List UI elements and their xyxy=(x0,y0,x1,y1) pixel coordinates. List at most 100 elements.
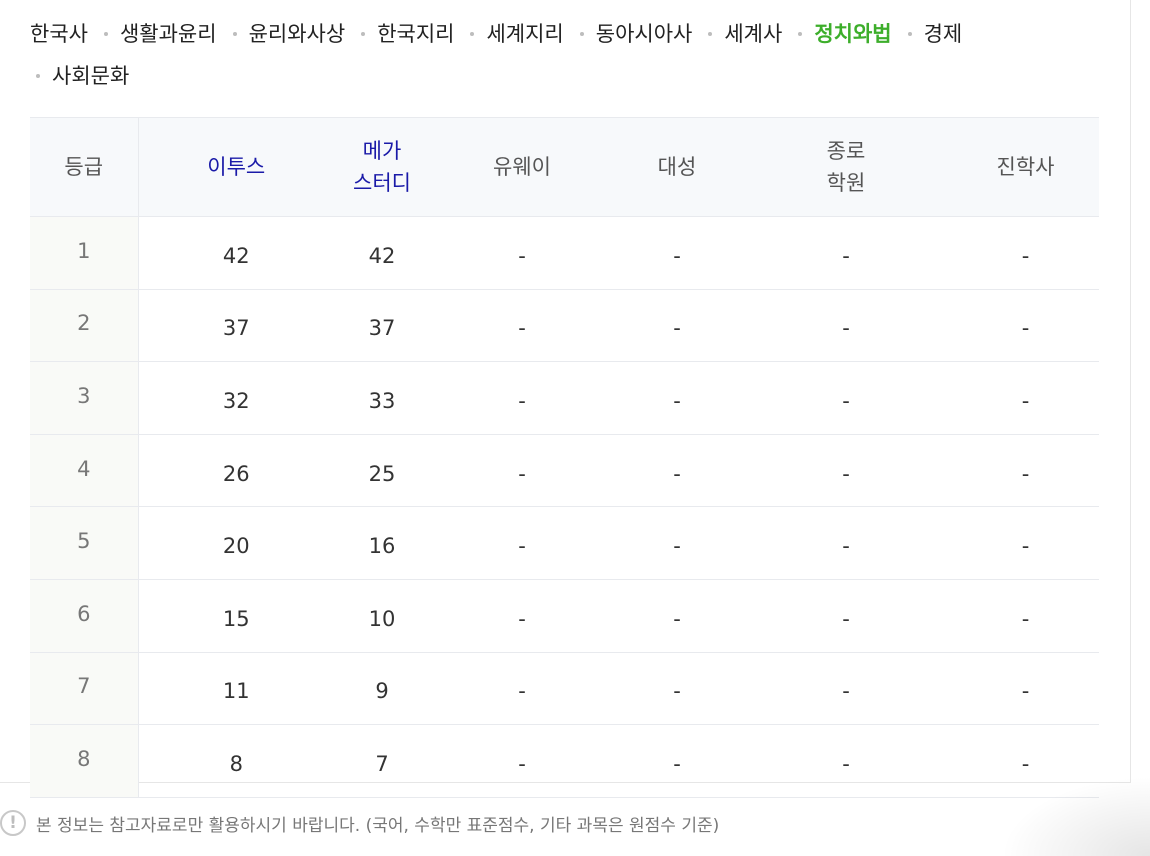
table-row: 7 11 9 - - - - xyxy=(30,652,1099,726)
header-grade: 등급 xyxy=(30,117,139,217)
etoos-cell: 11 xyxy=(138,652,334,726)
jongro-cell: - xyxy=(740,361,952,435)
header-megastudy-line1: 메가 xyxy=(362,139,402,163)
uway-cell: - xyxy=(430,361,614,435)
tab-ethics-thought[interactable]: 윤리와사상 xyxy=(217,20,346,48)
header-megastudy-line2: 스터디 xyxy=(353,171,411,195)
grade-cell: 6 xyxy=(30,579,139,653)
tab-economics[interactable]: 경제 xyxy=(892,20,963,48)
jinhak-cell: - xyxy=(952,434,1099,508)
table-row: 1 42 42 - - - - xyxy=(30,216,1099,290)
exclamation-icon: ! xyxy=(0,810,26,836)
table-row: 4 26 25 - - - - xyxy=(30,434,1099,508)
tab-world-history[interactable]: 세계사 xyxy=(692,20,782,48)
tab-politics-law[interactable]: 정치와법 xyxy=(782,20,892,48)
jongro-cell: - xyxy=(740,434,952,508)
tab-label: 한국사 xyxy=(30,22,88,46)
separator-dot xyxy=(798,32,803,36)
jongro-cell: - xyxy=(740,506,952,580)
grade-cell: 2 xyxy=(30,289,139,363)
megastudy-cell: 10 xyxy=(334,579,430,653)
tab-label: 경제 xyxy=(923,22,963,46)
notice-text: 본 정보는 참고자료로만 활용하시기 바랍니다. (국어, 수학만 표준점수, … xyxy=(36,815,720,836)
grade-cut-card: 한국사 생활과윤리 윤리와사상 한국지리 세계지리 동아시아사 세계사 정치와법… xyxy=(0,0,1131,798)
megastudy-cell: 42 xyxy=(334,216,430,290)
header-uway: 유웨이 xyxy=(430,117,614,217)
jongro-cell: - xyxy=(740,652,952,726)
header-jinhak: 진학사 xyxy=(952,117,1099,217)
uway-cell: - xyxy=(430,506,614,580)
jinhak-cell: - xyxy=(952,289,1099,363)
etoos-cell: 26 xyxy=(138,434,334,508)
jinhak-cell: - xyxy=(952,652,1099,726)
separator-dot xyxy=(232,32,237,36)
separator-dot xyxy=(36,74,40,78)
etoos-cell: 15 xyxy=(138,579,334,653)
tab-label: 세계사 xyxy=(724,22,783,46)
grade-cell: 1 xyxy=(30,216,139,290)
daesung-cell: - xyxy=(614,724,740,798)
jinhak-cell: - xyxy=(952,361,1099,435)
table-row: 5 20 16 - - - - xyxy=(30,506,1099,580)
table-header-row: 등급 이투스 메가스터디 유웨이 대성 종로학원 진학사 xyxy=(30,117,1099,217)
reference-notice: ! 본 정보는 참고자료로만 활용하시기 바랍니다. (국어, 수학만 표준점수… xyxy=(0,810,719,836)
tab-society-culture[interactable]: 사회문화 xyxy=(30,62,129,90)
tab-life-ethics[interactable]: 생활과윤리 xyxy=(88,20,217,48)
grade-cut-table: 등급 이투스 메가스터디 유웨이 대성 종로학원 진학사 1 42 42 - -… xyxy=(30,117,1099,798)
megastudy-cell: 25 xyxy=(334,434,430,508)
uway-cell: - xyxy=(430,434,614,508)
uway-cell: - xyxy=(430,652,614,726)
header-etoos-link[interactable]: 이투스 xyxy=(138,117,334,217)
separator-dot xyxy=(708,32,713,36)
jongro-cell: - xyxy=(740,216,952,290)
daesung-cell: - xyxy=(614,289,740,363)
tab-korean-geography[interactable]: 한국지리 xyxy=(345,20,454,48)
separator-dot xyxy=(103,32,108,36)
header-jongro-line2: 학원 xyxy=(826,171,866,195)
tab-label: 사회문화 xyxy=(52,64,130,88)
grade-cell: 3 xyxy=(30,361,139,435)
jinhak-cell: - xyxy=(952,724,1099,798)
uway-cell: - xyxy=(430,579,614,653)
header-jongro-line1: 종로 xyxy=(826,139,866,163)
etoos-cell: 32 xyxy=(138,361,334,435)
grade-cell: 5 xyxy=(30,506,139,580)
megastudy-cell: 37 xyxy=(334,289,430,363)
tab-label: 정치와법 xyxy=(814,22,892,46)
daesung-cell: - xyxy=(614,652,740,726)
tab-label: 생활과윤리 xyxy=(119,22,217,46)
table-row: 2 37 37 - - - - xyxy=(30,289,1099,363)
jinhak-cell: - xyxy=(952,506,1099,580)
grade-cell: 7 xyxy=(30,652,139,726)
header-megastudy-link[interactable]: 메가스터디 xyxy=(334,117,430,217)
uway-cell: - xyxy=(430,216,614,290)
jinhak-cell: - xyxy=(952,579,1099,653)
separator-dot xyxy=(579,32,584,36)
tab-east-asian-history[interactable]: 동아시아사 xyxy=(564,20,692,48)
table-row: 3 32 33 - - - - xyxy=(30,361,1099,435)
daesung-cell: - xyxy=(614,434,740,508)
tab-label: 윤리와사상 xyxy=(248,22,346,46)
etoos-cell: 42 xyxy=(138,216,334,290)
daesung-cell: - xyxy=(614,216,740,290)
table-row: 8 8 7 - - - - xyxy=(30,724,1099,798)
jongro-cell: - xyxy=(740,724,952,798)
tab-korean-history[interactable]: 한국사 xyxy=(30,20,88,48)
tab-world-geography[interactable]: 세계지리 xyxy=(454,20,564,48)
separator-dot xyxy=(361,32,366,36)
jinhak-cell: - xyxy=(952,216,1099,290)
tab-label: 한국지리 xyxy=(377,22,455,46)
uway-cell: - xyxy=(430,724,614,798)
separator-dot xyxy=(907,32,912,36)
header-daesung: 대성 xyxy=(614,117,740,217)
subject-tabs: 한국사 생활과윤리 윤리와사상 한국지리 세계지리 동아시아사 세계사 정치와법… xyxy=(30,20,1030,90)
daesung-cell: - xyxy=(614,579,740,653)
jongro-cell: - xyxy=(740,289,952,363)
etoos-cell: 37 xyxy=(138,289,334,363)
megastudy-cell: 9 xyxy=(334,652,430,726)
daesung-cell: - xyxy=(614,361,740,435)
jongro-cell: - xyxy=(740,579,952,653)
daesung-cell: - xyxy=(614,506,740,580)
megastudy-cell: 7 xyxy=(334,724,430,798)
uway-cell: - xyxy=(430,289,614,363)
